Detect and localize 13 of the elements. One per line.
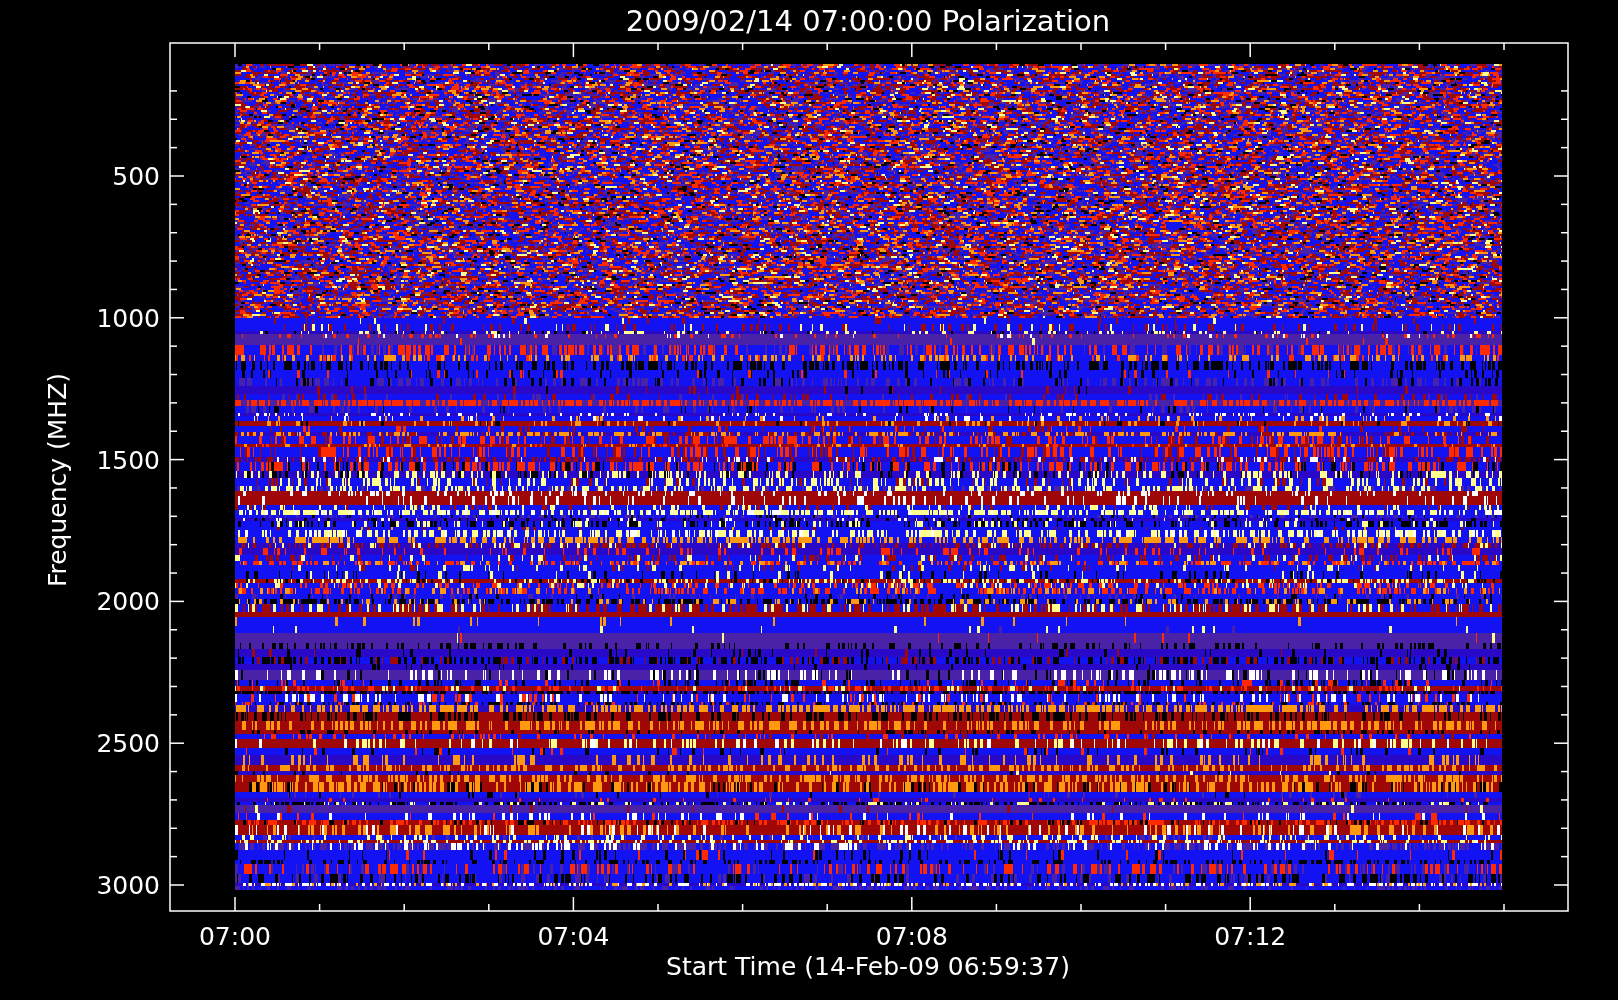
tick-label: 07:04 (537, 922, 610, 951)
tick-label: 1000 (96, 303, 160, 333)
tick-label: 2000 (96, 587, 160, 617)
tick-label: 1500 (96, 445, 160, 475)
tick-label: 3000 (96, 871, 160, 900)
tick-label: 07:08 (875, 922, 948, 951)
axis-label: Start Time (14-Feb-09 06:59:37) (666, 952, 1070, 981)
tick-label: 500 (112, 162, 160, 191)
axis-label: Frequency (MHZ) (43, 372, 72, 588)
tick-label: 2500 (96, 729, 160, 759)
tick-label: 07:12 (1214, 922, 1287, 951)
tick-label: 07:00 (199, 922, 271, 951)
plot-title: 2009/02/14 07:00:00 Polarization (625, 4, 1111, 38)
